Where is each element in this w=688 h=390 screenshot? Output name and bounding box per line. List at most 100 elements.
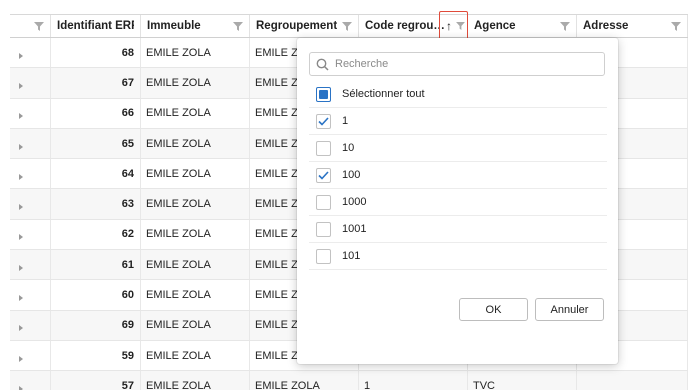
cell-identifiant-erp: 63 <box>51 189 141 219</box>
expand-row-cell[interactable] <box>10 159 51 189</box>
search-box[interactable] <box>309 52 605 76</box>
cell-identifiant-erp: 60 <box>51 280 141 310</box>
check-icon <box>318 170 329 180</box>
header-label: Immeuble <box>147 20 201 32</box>
ok-button[interactable]: OK <box>459 298 528 321</box>
check-icon <box>318 116 329 126</box>
search-icon <box>316 58 329 71</box>
select-all-option[interactable]: Sélectionner tout <box>309 81 607 108</box>
expand-caret-icon[interactable] <box>19 143 23 150</box>
filter-option-label: 101 <box>342 250 361 262</box>
expand-caret-icon[interactable] <box>19 173 23 180</box>
expand-caret-icon[interactable] <box>19 355 23 362</box>
cell-immeuble: EMILE ZOLA <box>141 250 250 280</box>
expand-caret-icon[interactable] <box>19 385 23 390</box>
unchecked-checkbox[interactable] <box>316 248 331 264</box>
filter-icon[interactable] <box>342 22 352 31</box>
sort-ascending-icon[interactable]: ↑ <box>446 19 452 33</box>
header-label: Code regrou… <box>365 20 445 32</box>
expand-caret-icon[interactable] <box>19 295 23 302</box>
filter-icon[interactable] <box>233 22 243 31</box>
cell-immeuble: EMILE ZOLA <box>141 68 250 98</box>
expand-caret-icon[interactable] <box>19 113 23 120</box>
filter-icon[interactable] <box>671 22 681 31</box>
expand-row-cell[interactable] <box>10 371 51 390</box>
expand-row-cell[interactable] <box>10 128 51 159</box>
filter-icon[interactable] <box>34 22 44 31</box>
expand-caret-icon[interactable] <box>19 204 23 211</box>
cell-identifiant-erp: 68 <box>51 38 141 68</box>
cell-immeuble: EMILE ZOLA <box>141 128 250 159</box>
header-agence[interactable]: Agence <box>468 15 577 37</box>
filter-option-label: 1 <box>342 115 349 127</box>
filter-option-label: 100 <box>342 169 361 181</box>
cell-immeuble: EMILE ZOLA <box>141 98 250 128</box>
expand-row-cell[interactable] <box>10 250 51 280</box>
cell-immeuble: EMILE ZOLA <box>141 189 250 219</box>
cancel-button[interactable]: Annuler <box>535 298 604 321</box>
cell-code-regroupement: 1 <box>359 371 468 390</box>
cell-immeuble: EMILE ZOLA <box>141 371 250 390</box>
expand-caret-icon[interactable] <box>19 234 23 241</box>
cell-adresse <box>577 371 688 390</box>
cell-identifiant-erp: 65 <box>51 128 141 159</box>
expand-caret-icon[interactable] <box>19 264 23 271</box>
table-row[interactable]: 57 EMILE ZOLA EMILE ZOLA 1 TVC <box>10 371 688 390</box>
filter-popup: Sélectionner tout 1 10 100 1000 1001 101 OK A… <box>297 38 618 364</box>
grid-header: Identifiant ERP Immeuble Regroupement Co… <box>10 14 688 38</box>
cell-immeuble: EMILE ZOLA <box>141 310 250 340</box>
cell-identifiant-erp: 61 <box>51 250 141 280</box>
expand-row-cell[interactable] <box>10 189 51 219</box>
filter-option[interactable]: 1001 <box>309 216 607 243</box>
unchecked-checkbox[interactable] <box>316 221 331 237</box>
expand-row-cell[interactable] <box>10 38 51 68</box>
filter-option[interactable]: 1000 <box>309 189 607 216</box>
cell-immeuble: EMILE ZOLA <box>141 280 250 310</box>
expand-row-cell[interactable] <box>10 310 51 340</box>
cell-identifiant-erp: 62 <box>51 219 141 250</box>
checked-checkbox[interactable] <box>316 113 331 129</box>
cell-identifiant-erp: 67 <box>51 68 141 98</box>
checked-checkbox[interactable] <box>316 167 331 183</box>
cell-agence: TVC <box>468 371 577 390</box>
unchecked-checkbox[interactable] <box>316 140 331 156</box>
filter-option-label: 10 <box>342 142 355 154</box>
header-adresse[interactable]: Adresse <box>577 15 688 37</box>
filter-option-label: 1001 <box>342 223 367 235</box>
unchecked-checkbox[interactable] <box>316 194 331 210</box>
expand-row-cell[interactable] <box>10 280 51 310</box>
filter-option[interactable]: 10 <box>309 135 607 162</box>
cell-regroupement: EMILE ZOLA <box>250 371 359 390</box>
cell-immeuble: EMILE ZOLA <box>141 159 250 189</box>
header-label: Agence <box>474 20 516 32</box>
select-all-checkbox[interactable] <box>316 86 331 102</box>
expand-row-cell[interactable] <box>10 98 51 128</box>
filter-option[interactable]: 1 <box>309 108 607 135</box>
header-immeuble[interactable]: Immeuble <box>141 15 250 37</box>
expand-caret-icon[interactable] <box>19 82 23 89</box>
expand-caret-icon[interactable] <box>19 325 23 332</box>
cell-identifiant-erp: 64 <box>51 159 141 189</box>
header-expand-column[interactable] <box>10 15 51 37</box>
header-identifiant-erp[interactable]: Identifiant ERP <box>51 15 141 37</box>
filter-icon[interactable] <box>560 22 570 31</box>
filter-icon[interactable] <box>456 22 465 30</box>
header-label: Regroupement <box>256 20 338 32</box>
cell-immeuble: EMILE ZOLA <box>141 340 250 371</box>
cell-identifiant-erp: 69 <box>51 310 141 340</box>
search-input[interactable] <box>335 58 585 70</box>
cell-identifiant-erp: 66 <box>51 98 141 128</box>
cell-immeuble: EMILE ZOLA <box>141 219 250 250</box>
cell-immeuble: EMILE ZOLA <box>141 38 250 68</box>
header-label: Identifiant ERP <box>57 20 134 32</box>
filter-option[interactable]: 101 <box>309 243 607 270</box>
filter-option[interactable]: 100 <box>309 162 607 189</box>
expand-row-cell[interactable] <box>10 219 51 250</box>
expand-row-cell[interactable] <box>10 68 51 98</box>
expand-caret-icon[interactable] <box>19 52 23 59</box>
cell-identifiant-erp: 59 <box>51 340 141 371</box>
select-all-label: Sélectionner tout <box>342 88 425 100</box>
header-label: Adresse <box>583 20 629 32</box>
header-regroupement[interactable]: Regroupement <box>250 15 359 37</box>
expand-row-cell[interactable] <box>10 340 51 371</box>
